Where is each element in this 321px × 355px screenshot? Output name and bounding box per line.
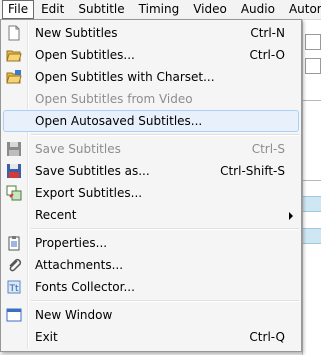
menu-edit[interactable]: Edit xyxy=(34,0,71,19)
menu-item-label: Exit xyxy=(35,330,58,344)
background-grid-row xyxy=(303,228,321,244)
save-as-disk-icon xyxy=(6,163,22,179)
menu-item-label: Open Subtitles... xyxy=(35,48,135,62)
menu-file[interactable]: File xyxy=(2,0,35,19)
background-window-edge xyxy=(302,20,321,355)
shortcut-label: Ctrl-Shift-S xyxy=(220,164,285,178)
open-folder-icon xyxy=(6,47,22,63)
background-control xyxy=(305,58,321,74)
menu-item-label: Open Autosaved Subtitles... xyxy=(35,114,203,128)
shortcut-label: Ctrl-O xyxy=(249,48,285,62)
menu-item-fonts-collector[interactable]: Tt Fonts Collector... xyxy=(3,276,299,298)
background-grid-row xyxy=(303,196,321,212)
menu-separator xyxy=(31,228,299,230)
open-folder-charset-icon xyxy=(6,69,22,85)
menu-item-exit[interactable]: Exit Ctrl-Q xyxy=(3,326,299,348)
menu-item-export[interactable]: Export Subtitles... xyxy=(3,182,299,204)
menu-item-properties[interactable]: Properties... xyxy=(3,232,299,254)
menu-item-label: New Subtitles xyxy=(35,26,118,40)
menu-bar: File Edit Subtitle Timing Video Audio Au… xyxy=(0,0,321,20)
new-document-icon xyxy=(6,25,22,41)
shortcut-label: Ctrl-Q xyxy=(249,330,285,344)
shortcut-label: Ctrl-N xyxy=(250,26,285,40)
menu-item-save-subtitles[interactable]: Save Subtitles Ctrl-S xyxy=(3,138,299,160)
menu-item-label: Recent xyxy=(35,208,77,222)
menu-item-label: Open Subtitles from Video xyxy=(35,92,193,106)
background-divider xyxy=(303,100,321,101)
menu-timing[interactable]: Timing xyxy=(132,0,187,19)
menu-separator xyxy=(31,134,299,136)
properties-clipboard-icon xyxy=(6,235,22,251)
menu-item-label: Attachments... xyxy=(35,258,124,272)
menu-item-open-from-video[interactable]: Open Subtitles from Video xyxy=(3,88,299,110)
menu-subtitle[interactable]: Subtitle xyxy=(71,0,131,19)
menu-item-open-autosaved[interactable]: Open Autosaved Subtitles... xyxy=(3,110,299,132)
fonts-collector-icon: Tt xyxy=(6,279,22,295)
menu-item-recent[interactable]: Recent xyxy=(3,204,299,226)
paperclip-icon xyxy=(6,257,22,273)
background-control xyxy=(305,34,321,50)
shortcut-label: Ctrl-S xyxy=(251,142,285,156)
menu-item-label: Fonts Collector... xyxy=(35,280,135,294)
menu-item-new-subtitles[interactable]: New Subtitles Ctrl-N xyxy=(3,22,299,44)
menu-item-open-subtitles[interactable]: Open Subtitles... Ctrl-O xyxy=(3,44,299,66)
menu-item-label: Export Subtitles... xyxy=(35,186,143,200)
submenu-arrow-icon xyxy=(289,212,293,220)
menu-item-label: Open Subtitles with Charset... xyxy=(35,70,215,84)
menu-item-open-with-charset[interactable]: Open Subtitles with Charset... xyxy=(3,66,299,88)
menu-item-save-as[interactable]: Save Subtitles as... Ctrl-Shift-S xyxy=(3,160,299,182)
export-icon xyxy=(6,185,22,201)
menu-item-label: Save Subtitles as... xyxy=(35,164,150,178)
menu-item-label: New Window xyxy=(35,308,113,322)
menu-automation[interactable]: Automation xyxy=(282,0,321,19)
menu-separator xyxy=(31,300,299,302)
file-menu-dropdown: New Subtitles Ctrl-N Open Subtitles... C… xyxy=(0,19,302,352)
background-divider xyxy=(303,180,321,181)
menu-audio[interactable]: Audio xyxy=(234,0,282,19)
save-disk-icon xyxy=(6,141,22,157)
menu-video[interactable]: Video xyxy=(186,0,234,19)
svg-text:Tt: Tt xyxy=(8,284,18,294)
menu-item-label: Save Subtitles xyxy=(35,142,121,156)
menu-item-label: Properties... xyxy=(35,236,108,250)
menu-item-new-window[interactable]: New Window xyxy=(3,304,299,326)
window-icon xyxy=(6,307,22,323)
menu-item-attachments[interactable]: Attachments... xyxy=(3,254,299,276)
